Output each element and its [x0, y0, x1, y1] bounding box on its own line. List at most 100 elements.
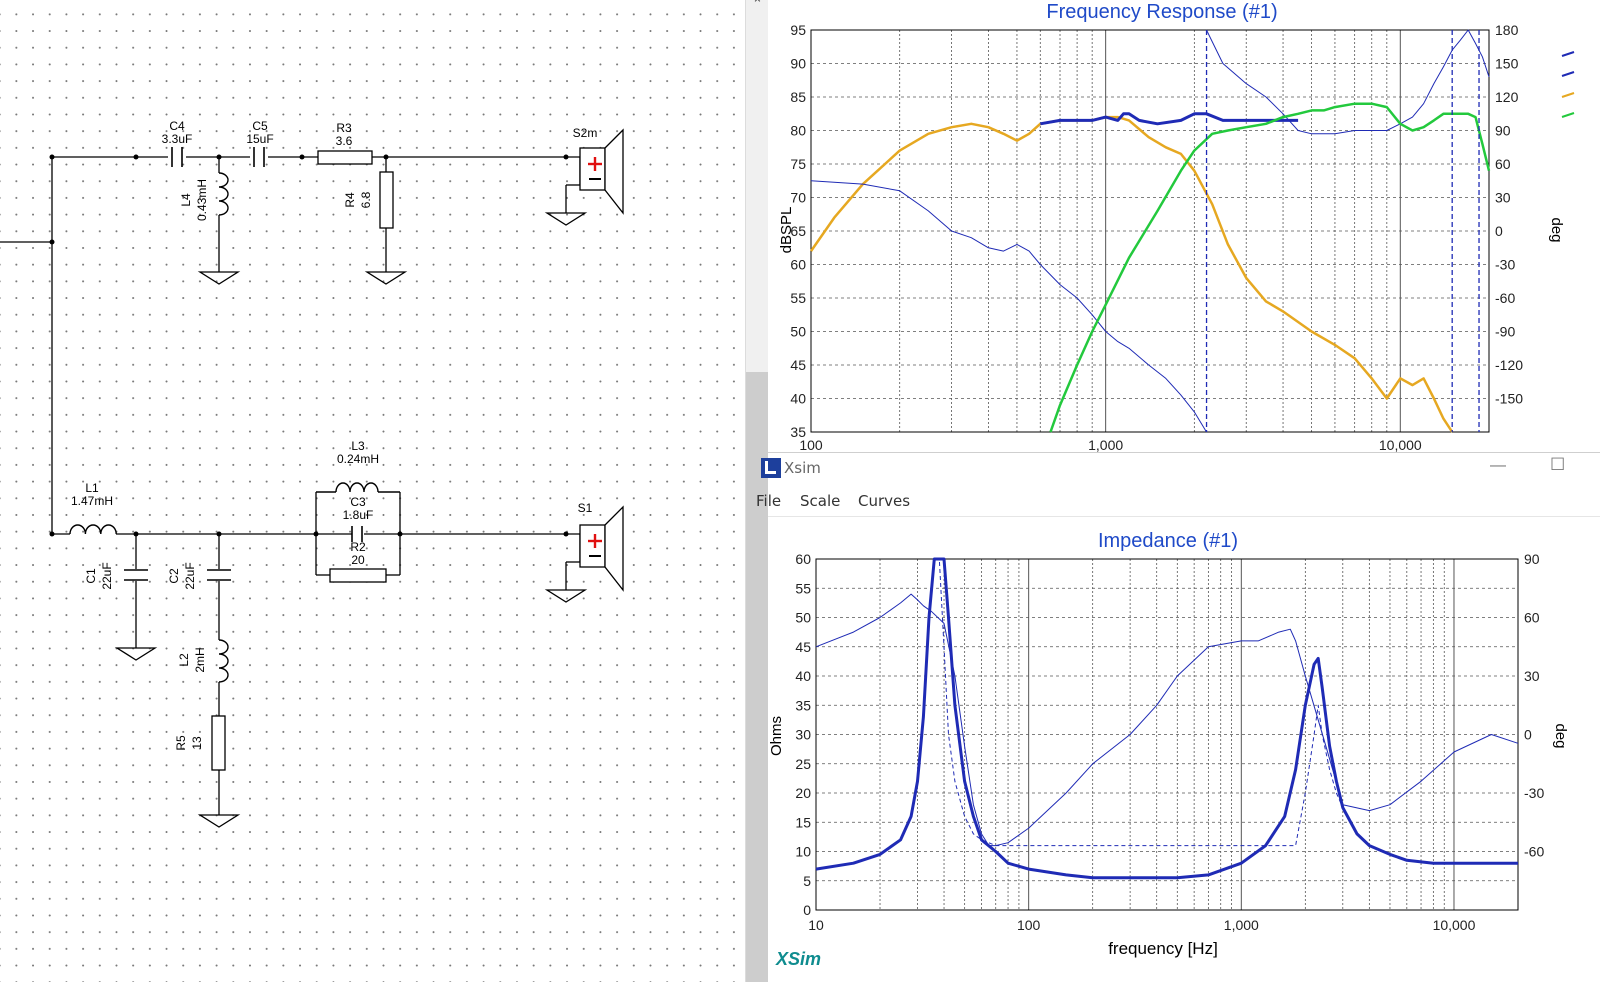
y2-tick-label: -120: [1495, 357, 1523, 373]
y-tick-label: 35: [795, 697, 811, 713]
y2-tick-label: 0: [1524, 727, 1532, 743]
series-line: [917, 558, 1391, 855]
y-tick-label: 95: [790, 22, 806, 38]
chart-title: Frequency Response (#1): [1046, 1, 1277, 23]
y-tick-label: 55: [795, 580, 811, 596]
y2-tick-label: 90: [1495, 123, 1511, 139]
schematic-canvas[interactable]: C4 3.3uF C5 15uF R3 3.6 S2m L1 1.47mH L3…: [0, 0, 745, 982]
c5-value: 15uF: [246, 132, 273, 146]
window-titlebar[interactable]: Xsim — ☐: [761, 453, 1600, 484]
y-tick-label: 60: [795, 551, 811, 567]
s2m-name: S2m: [573, 126, 598, 140]
maximize-button[interactable]: ☐: [1550, 455, 1565, 475]
x-tick-label: 1,000: [1224, 917, 1259, 933]
y2-tick-label: 0: [1495, 223, 1503, 239]
l1-value: 1.47mH: [71, 494, 113, 508]
y-tick-label: 65: [790, 223, 806, 239]
y-tick-label: 75: [790, 156, 806, 172]
r3-name: R3: [336, 121, 352, 135]
xsim-window: Xsim — ☐ File Scale Curves Impedance (#1…: [756, 452, 1600, 983]
menu-file[interactable]: File: [756, 492, 781, 510]
y-axis-label: Ohms: [768, 716, 785, 756]
y-tick-label: 50: [790, 324, 806, 340]
y2-tick-label: 60: [1524, 610, 1540, 626]
series-line: [815, 593, 1519, 847]
c4-name: C4: [169, 119, 185, 133]
l4-name: L4: [179, 193, 193, 207]
y2-tick-label: 60: [1495, 156, 1511, 172]
y2-tick-label: -60: [1495, 290, 1515, 306]
r4-value: 6.8: [359, 191, 373, 208]
y2-tick-label: 30: [1524, 668, 1540, 684]
s1-name: S1: [578, 501, 593, 515]
speaker-s1-icon[interactable]: [579, 505, 624, 592]
impedance-chart: Impedance (#1) Ohms deg frequency [Hz] 0…: [768, 530, 1569, 969]
x-tick-label: 10: [808, 917, 824, 933]
y-tick-label: 50: [795, 610, 811, 626]
l4-value: 0.43mH: [195, 179, 209, 221]
y2-tick-label: -90: [1495, 324, 1515, 340]
series-line: [815, 557, 1518, 880]
l3-value: 0.24mH: [337, 452, 379, 466]
c5-name: C5: [252, 119, 268, 133]
menu-curves[interactable]: Curves: [858, 492, 910, 510]
y-tick-label: 5: [803, 873, 811, 889]
y-tick-label: 15: [795, 814, 811, 830]
y-tick-label: 90: [790, 56, 806, 72]
c3-name: C3: [350, 495, 366, 509]
y-tick-label: 30: [795, 727, 811, 743]
minimize-button[interactable]: —: [1490, 457, 1506, 475]
y-tick-label: 20: [795, 785, 811, 801]
y2-axis-label: deg: [1552, 723, 1569, 748]
y2-tick-label: 150: [1495, 56, 1519, 72]
frequency-response-panel: Frequency Response (#1) dBSPL deg 35 40 45…: [768, 0, 1600, 453]
speaker-s2m-icon[interactable]: [579, 128, 624, 215]
y-tick-label: 45: [790, 357, 806, 373]
r2-value: 20: [351, 553, 365, 567]
y-tick-label: 55: [790, 290, 806, 306]
c2-value: 22uF: [183, 562, 197, 589]
c1-value: 22uF: [100, 562, 114, 589]
r4-name: R4: [343, 192, 357, 208]
window-title: Xsim: [784, 459, 821, 477]
c3-value: 1.8uF: [343, 508, 374, 522]
c4-value: 3.3uF: [162, 132, 193, 146]
x-tick-label: 10,000: [1379, 437, 1422, 452]
l1-name: L1: [85, 481, 99, 495]
series-line: [810, 180, 1207, 433]
c1-name: C1: [84, 568, 98, 584]
y2-tick-label: 90: [1524, 551, 1540, 567]
l2-value: 2mH: [193, 647, 207, 672]
y-tick-label: 40: [790, 391, 806, 407]
y-tick-label: 45: [795, 639, 811, 655]
x-tick-label: 10,000: [1433, 917, 1476, 933]
y-tick-label: 10: [795, 844, 811, 860]
x-tick-label: 1,000: [1088, 437, 1123, 452]
vertical-scrollbar[interactable]: ⌃: [745, 0, 770, 982]
x-axis-label: frequency [Hz]: [1108, 939, 1218, 958]
y2-tick-label: -30: [1524, 785, 1544, 801]
x-tick-label: 100: [799, 437, 823, 452]
scroll-up-arrow-icon[interactable]: ⌃: [752, 0, 763, 12]
xsim-app-icon: [761, 458, 781, 478]
l2-name: L2: [177, 653, 191, 667]
r2-name: R2: [350, 540, 366, 554]
y-tick-label: 40: [795, 668, 811, 684]
x-tick-label: 100: [1017, 917, 1041, 933]
y-tick-label: 85: [790, 89, 806, 105]
y2-tick-label: 30: [1495, 190, 1511, 206]
r5-value: 13: [190, 736, 204, 750]
y2-tick-label: 120: [1495, 89, 1519, 105]
chart-title: Impedance (#1): [1098, 530, 1238, 552]
schematic-drawing: C4 3.3uF C5 15uF R3 3.6 S2m L1 1.47mH L3…: [0, 119, 624, 828]
y-tick-label: 0: [803, 902, 811, 918]
menu-bar: File Scale Curves: [756, 484, 1600, 517]
y2-tick-label: -150: [1495, 391, 1523, 407]
series-line: [1206, 29, 1490, 135]
legend-stubs: [1561, 51, 1575, 118]
y-tick-label: 25: [795, 756, 811, 772]
y2-tick-label: -30: [1495, 257, 1515, 273]
frequency-response-chart: Frequency Response (#1) dBSPL deg 354045…: [778, 1, 1575, 453]
menu-scale[interactable]: Scale: [800, 492, 840, 510]
y2-axis-label: deg: [1548, 217, 1565, 242]
